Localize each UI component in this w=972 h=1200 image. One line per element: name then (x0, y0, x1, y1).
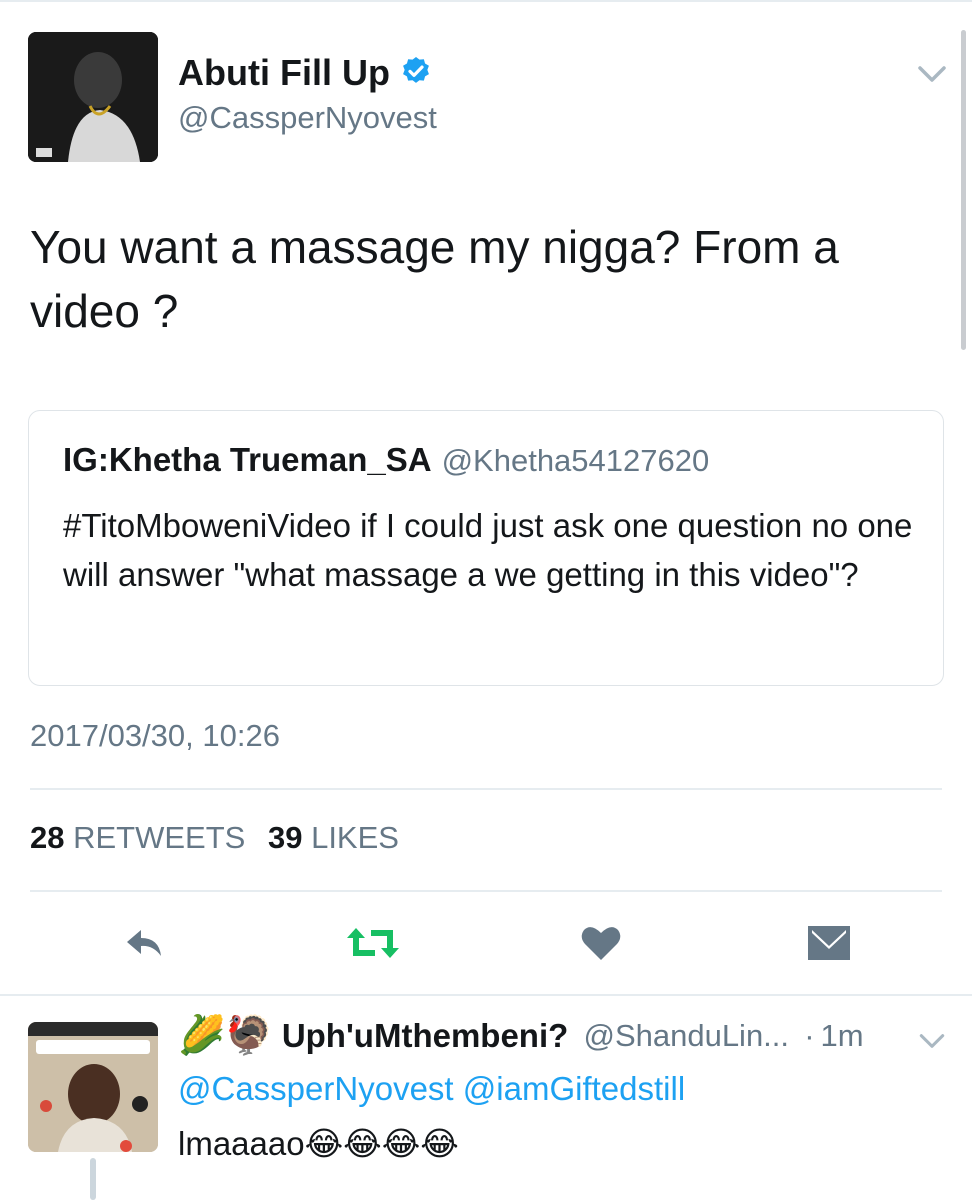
author-name[interactable]: Abuti Fill Up (178, 52, 432, 96)
retweet-icon (347, 928, 399, 958)
top-border (0, 0, 972, 2)
thread-connector (90, 1158, 96, 1200)
reply-author-handle[interactable]: @ShanduLin... (583, 1018, 789, 1053)
reply-author-avatar[interactable] (28, 1022, 158, 1152)
author-avatar[interactable] (28, 32, 158, 162)
like-count: 39 (267, 820, 303, 855)
author-name-text: Abuti Fill Up (178, 52, 390, 93)
quoted-author-handle: @Khetha54127620 (441, 443, 710, 478)
reply-header: 🌽🦃 Uph'uMthembeni? @ShanduLin... · 1m (178, 1014, 864, 1058)
reply-name-emojis: 🌽🦃 (178, 1015, 273, 1057)
scrollbar[interactable] (961, 30, 966, 350)
reply-mentions: @CassperNyovest @iamGiftedstill (178, 1070, 685, 1108)
reply-author-name[interactable]: Uph'uMthembeni? (282, 1017, 568, 1054)
tweet-stats: 28 RETWEETS 39 LIKES (30, 820, 399, 856)
mention-link[interactable]: @iamGiftedstill (463, 1070, 685, 1107)
retweet-count: 28 (30, 820, 65, 855)
envelope-icon (808, 926, 850, 960)
mention-link[interactable]: @CassperNyovest (178, 1070, 454, 1107)
like-button[interactable] (578, 920, 624, 966)
divider (0, 994, 972, 996)
retweet-label: RETWEETS (73, 820, 246, 855)
reply-time[interactable]: 1m (821, 1018, 864, 1053)
verified-badge-icon (400, 54, 432, 96)
reply-separator: · (804, 1018, 815, 1053)
retweet-button[interactable] (345, 920, 401, 966)
heart-icon (581, 927, 621, 960)
quoted-author: IG:Khetha Trueman_SA @Khetha54127620 (63, 441, 709, 479)
chevron-down-icon[interactable] (916, 1030, 948, 1057)
quoted-tweet[interactable]: IG:Khetha Trueman_SA @Khetha54127620 #Tit… (28, 410, 944, 686)
like-stat[interactable]: 39 LIKES (268, 820, 399, 855)
quoted-tweet-text: #TitoMboweniVideo if I could just ask on… (63, 507, 913, 593)
tweet-timestamp: 2017/03/30, 10:26 (30, 718, 280, 753)
like-label: LIKES (311, 820, 399, 855)
reply-text: lmaaaao😂😂😂😂 (178, 1125, 459, 1162)
direct-message-button[interactable] (806, 920, 852, 966)
author-handle[interactable]: @CassperNyovest (178, 100, 437, 136)
chevron-down-icon[interactable] (914, 62, 950, 91)
tweet-text: You want a massage my nigga? From a vide… (30, 221, 839, 337)
reply-button[interactable] (121, 920, 167, 966)
divider (30, 890, 942, 892)
divider (30, 788, 942, 790)
reply-icon (127, 930, 161, 956)
retweet-stat[interactable]: 28 RETWEETS (30, 820, 245, 855)
quoted-author-name: IG:Khetha Trueman_SA (63, 441, 432, 478)
